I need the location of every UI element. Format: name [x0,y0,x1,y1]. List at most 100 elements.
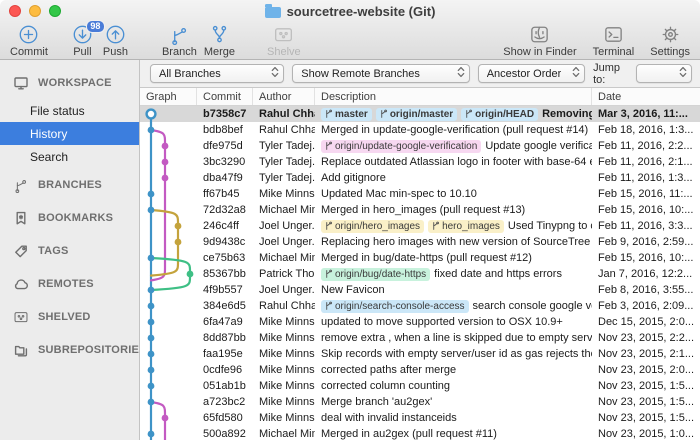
description-cell: masterorigin/masterorigin/HEADRemoving o… [315,108,592,121]
sidebar-section-subrepositories[interactable]: SUBREPOSITORIES [0,333,139,366]
commit-graph [140,106,197,440]
author: Joel Unger... [253,220,315,232]
toolbar-settings-button[interactable]: Settings [650,23,690,58]
table-row[interactable]: 72d32a8Michael Min...Merged in hero_imag… [140,202,700,218]
commit-date: Mar 3, 2016, 11:... [592,108,700,120]
table-row[interactable]: a723bc2Mike Minns...Merge branch 'au2gex… [140,394,700,410]
branch-filter-dropdown[interactable]: All Branches [150,64,284,83]
sidebar-item-search[interactable]: Search [0,145,139,168]
table-row[interactable]: 384e6d5Rahul Chhab...origin/search-conso… [140,298,700,314]
order-filter-dropdown[interactable]: Ancestor Order [478,64,585,83]
description-cell: updated to move supported version to OSX… [315,316,592,328]
commit-hash: a723bc2 [197,396,253,408]
table-row[interactable]: 9d9438cJoel Unger...Replacing hero image… [140,234,700,250]
monitor-icon [13,75,29,91]
toolbar-terminal-button[interactable]: Terminal [593,23,635,58]
commit-date: Nov 23, 2015, 2:0... [592,364,700,376]
commit-message: updated to move supported version to OSX… [321,316,563,328]
column-header-commit[interactable]: Commit [197,88,253,105]
close-button[interactable] [9,5,21,17]
commit-date: Feb 11, 2016, 1:3... [592,172,700,184]
commit-hash: 384e6d5 [197,300,253,312]
toolbar-terminal-label: Terminal [593,46,635,58]
description-cell: remove extra , when a line is skipped du… [315,332,592,344]
description-cell: origin/hero_imageshero_imagesUsed Tinypn… [315,220,592,233]
author: Tyler Tadej... [253,156,315,168]
minimize-button[interactable] [29,5,41,17]
sidebar-section-remotes[interactable]: REMOTES [0,267,139,300]
toolbar-merge-button[interactable]: Merge [204,23,235,58]
commit-date: Feb 8, 2016, 3:55... [592,284,700,296]
commit-date: Nov 23, 2015, 1:5... [592,412,700,424]
table-row[interactable]: 3bc3290Tyler Tadej...Replace outdated At… [140,154,700,170]
table-row[interactable]: faa195eMike Minns...Skip records with em… [140,346,700,362]
tag-icon [13,243,29,259]
sidebar-section-bookmarks[interactable]: BOOKMARKS [0,201,139,234]
toolbar: Commit98PullPushBranchMergeShelve Show i… [0,22,700,59]
branch-badge: origin/HEAD [461,108,538,121]
branch-badge: origin/update-google-verification [321,140,481,153]
remote-filter-dropdown[interactable]: Show Remote Branches [292,64,469,83]
commit-message: Used Tinypng to c... [508,220,592,232]
table-row[interactable]: bdb8befRahul Chhab...Merged in update-go… [140,122,700,138]
commit-date: Feb 3, 2016, 2:09... [592,300,700,312]
sidebar-section-branches[interactable]: BRANCHES [0,168,139,201]
table-row[interactable]: 85367bbPatrick Tho...origin/bug/date-htt… [140,266,700,282]
commit-date: Nov 23, 2015, 1:0... [592,428,700,440]
author: Rahul Chhab... [253,300,315,312]
commit-hash: 3bc3290 [197,156,253,168]
description-cell: Merged in bug/date-https (pull request #… [315,252,592,264]
sidebar: WORKSPACEFile statusHistorySearchBRANCHE… [0,60,140,440]
commit-message: fixed date and https errors [434,268,562,280]
column-header-date[interactable]: Date [592,88,700,105]
zoom-button[interactable] [49,5,61,17]
toolbar-commit-button[interactable]: Commit [10,23,48,58]
commit-message: deal with invalid instanceids [321,412,457,424]
toolbar-branch-button[interactable]: Branch [162,23,197,58]
commit-hash: bdb8bef [197,124,253,136]
toolbar-pull-button[interactable]: 98Pull [72,23,93,58]
table-row[interactable]: 8dd87bbMike Minns...remove extra , when … [140,330,700,346]
commit-date: Feb 15, 2016, 11:... [592,188,700,200]
window-title-group: sourcetree-website (Git) [265,4,436,19]
table-row[interactable]: 65fd580Mike Minns...deal with invalid in… [140,410,700,426]
commit-hash: 72d32a8 [197,204,253,216]
table-row[interactable]: 4f9b557Joel Unger...New FaviconFeb 8, 20… [140,282,700,298]
commit-message: Updated Mac min-spec to 10.10 [321,188,477,200]
table-row[interactable]: ce75b63Michael Min...Merged in bug/date-… [140,250,700,266]
table-row[interactable]: b7358c7Rahul Chha...masterorigin/mastero… [140,106,700,122]
commit-hash: b7358c7 [197,108,253,120]
table-row[interactable]: dba47f9Tyler Tadej...Add gitignoreFeb 11… [140,170,700,186]
table-row[interactable]: 6fa47a9Mike Minns...updated to move supp… [140,314,700,330]
description-cell: Replacing hero images with new version o… [315,236,592,248]
toolbar-push-button[interactable]: Push [103,23,128,58]
description-cell: origin/search-console-accesssearch conso… [315,300,592,313]
column-header-graph[interactable]: Graph [140,88,197,105]
sidebar-item-history[interactable]: History [0,122,139,145]
sidebar-section-shelved[interactable]: SHELVED [0,300,139,333]
toolbar-show-in-finder-button[interactable]: Show in Finder [503,23,576,58]
table-row[interactable]: 0cdfe96Mike Minns...corrected paths afte… [140,362,700,378]
sidebar-section-workspace[interactable]: WORKSPACE [0,66,139,99]
table-row[interactable]: 051ab1bMike Minns... corrected column co… [140,378,700,394]
jump-to-dropdown[interactable] [636,64,692,83]
sidebar-section-tags[interactable]: TAGS [0,234,139,267]
sidebar-section-label: BOOKMARKS [38,212,113,224]
table-row[interactable]: 246c4ffJoel Unger...origin/hero_imageshe… [140,218,700,234]
commit-date: Feb 15, 2016, 10:... [592,204,700,216]
commit-message: Merged in update-google-verification (pu… [321,124,588,136]
commit-date: Feb 11, 2016, 3:3... [592,220,700,232]
author: Mike Minns... [253,412,315,424]
commit-message: Skip records with empty server/user id a… [321,348,592,360]
commit-hash: ce75b63 [197,252,253,264]
table-row[interactable]: 500a892Michael Min...Merged in au2gex (p… [140,426,700,440]
sidebar-item-file-status[interactable]: File status [0,99,139,122]
author: Tyler Tadej... [253,172,315,184]
table-row[interactable]: ff67b45Mike Minns...Updated Mac min-spec… [140,186,700,202]
description-cell: Replace outdated Atlassian logo in foote… [315,156,592,168]
column-header-author[interactable]: Author [253,88,315,105]
titlebar: sourcetree-website (Git) [0,0,700,22]
column-header-description[interactable]: Description [315,88,592,105]
merge-icon [209,23,230,46]
table-row[interactable]: dfe975dTyler Tadej...origin/update-googl… [140,138,700,154]
